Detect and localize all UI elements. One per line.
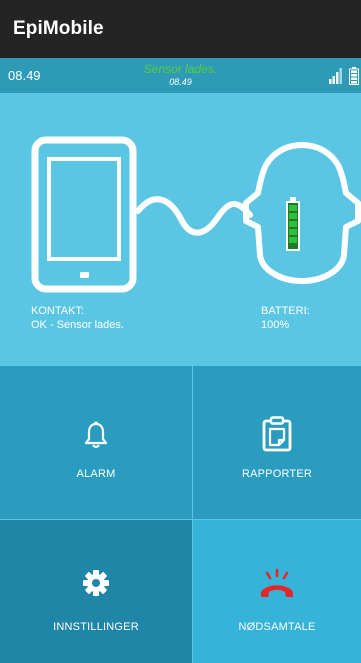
- connection-panel: KONTAKT: OK - Sensor lades. BATTERI: 100…: [0, 93, 361, 365]
- reports-tile-button[interactable]: RAPPORTER: [193, 366, 361, 519]
- bell-icon: [84, 421, 108, 449]
- battery-value: 100%: [261, 319, 290, 331]
- signal-icon: [329, 68, 342, 84]
- clipboard-icon: [262, 416, 292, 452]
- battery-status-icon: [349, 67, 359, 85]
- settings-label: INNSTILLINGER: [53, 621, 139, 633]
- app-title-bar: EpiMobile: [0, 0, 361, 58]
- status-bar: 08.49 Sensor lades. 08.49: [0, 58, 361, 93]
- battery-label: BATTERI:: [261, 305, 310, 317]
- connection-wave: [135, 196, 253, 236]
- contact-label: KONTAKT:: [31, 305, 84, 317]
- contact-value: OK - Sensor lades.: [31, 319, 124, 331]
- emergency-phone-icon: [261, 568, 293, 597]
- sensor-status-text: Sensor lades.: [143, 62, 218, 76]
- status-center: Sensor lades. 08.49: [0, 63, 361, 89]
- gear-icon: [83, 570, 109, 596]
- settings-tile-button[interactable]: INNSTILLINGER: [0, 520, 192, 663]
- sensor-status-time: 08.49: [169, 77, 192, 87]
- emergency-call-label: NØDSAMTALE: [238, 621, 316, 633]
- emergency-call-tile-button[interactable]: NØDSAMTALE: [193, 520, 361, 663]
- sensor-device-icon: [243, 142, 361, 284]
- alarm-tile-button[interactable]: ALARM: [0, 366, 192, 519]
- reports-label: RAPPORTER: [241, 468, 313, 480]
- app-title: EpiMobile: [13, 18, 104, 39]
- alarm-label: ALARM: [76, 468, 116, 480]
- phone-icon: [31, 136, 137, 293]
